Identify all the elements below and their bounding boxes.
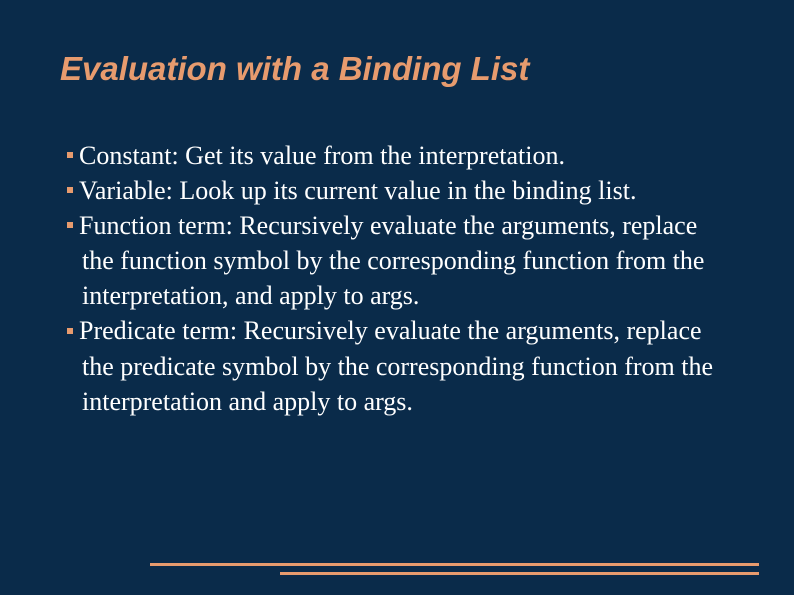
- footer-line-icon: [280, 572, 759, 575]
- slide: Evaluation with a Binding List Constant:…: [0, 0, 794, 595]
- list-item: Constant: Get its value from the interpr…: [60, 138, 734, 173]
- bullet-icon: [67, 222, 73, 228]
- bullet-text: Constant: Get its value from the interpr…: [79, 141, 565, 170]
- bullet-text: Variable: Look up its current value in t…: [79, 176, 636, 205]
- bullet-icon: [67, 328, 73, 334]
- slide-content: Constant: Get its value from the interpr…: [60, 138, 734, 419]
- bullet-icon: [67, 187, 73, 193]
- list-item: Function term: Recursively evaluate the …: [60, 208, 734, 313]
- bullet-text: Predicate term: Recursively evaluate the…: [79, 316, 713, 415]
- list-item: Variable: Look up its current value in t…: [60, 173, 734, 208]
- slide-title: Evaluation with a Binding List: [60, 50, 734, 88]
- list-item: Predicate term: Recursively evaluate the…: [60, 313, 734, 418]
- bullet-text: Function term: Recursively evaluate the …: [79, 211, 704, 310]
- footer-line-icon: [150, 563, 759, 566]
- bullet-icon: [67, 152, 73, 158]
